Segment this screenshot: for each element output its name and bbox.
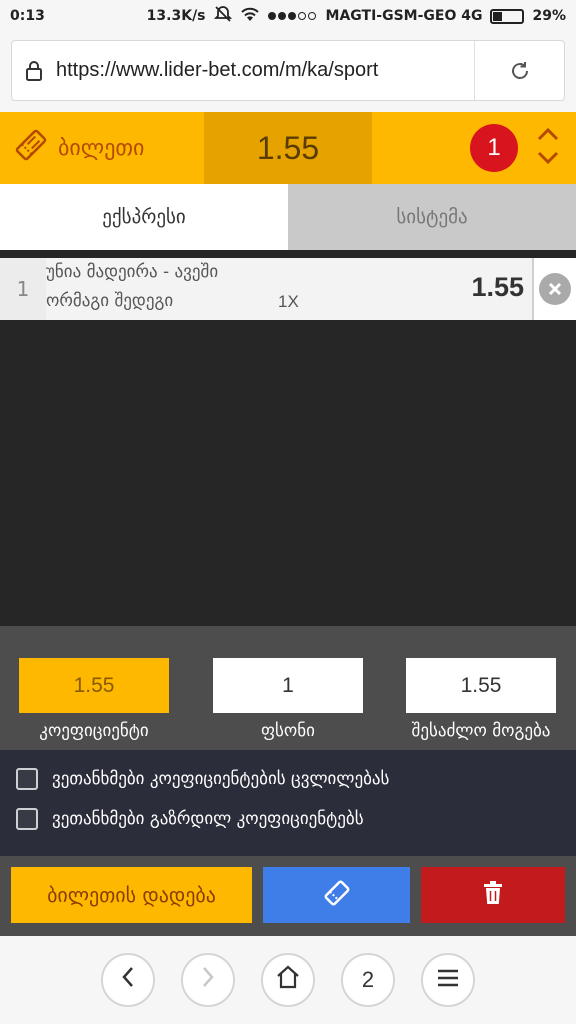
- home-button[interactable]: [261, 953, 315, 1007]
- tab-express[interactable]: ექსპრესი: [0, 184, 288, 250]
- ticket-action-button[interactable]: [263, 867, 410, 923]
- ticket-title-area[interactable]: ბილეთი: [0, 112, 204, 184]
- lock-icon: [12, 41, 56, 100]
- menu-icon: [437, 967, 459, 993]
- chevron-left-icon: [121, 966, 135, 994]
- tabs-button[interactable]: 2: [341, 953, 395, 1007]
- accept-changes-checkbox[interactable]: [16, 768, 38, 790]
- browser-toolbar: https://www.lider-bet.com/m/ka/sport: [0, 32, 576, 112]
- menu-button[interactable]: [421, 953, 475, 1007]
- delete-ticket-button[interactable]: [421, 867, 565, 923]
- wifi-icon: [240, 6, 260, 26]
- stake-label: ფსონი: [261, 721, 315, 741]
- chevron-right-icon: [201, 966, 215, 994]
- ticket-total-odds: 1.55: [204, 112, 372, 184]
- bet-info: უნია მადეირა - ავეში ორმაგი შედეგი 1X 1.…: [46, 258, 534, 320]
- browser-navigation: 2: [0, 936, 576, 1024]
- page: 0:13 13.3K/s MAGTI-GSM-GEO 4G 29% https:…: [0, 0, 576, 1024]
- home-icon: [275, 965, 301, 995]
- bet-summary: 1.55 კოეფიციენტი 1 ფსონი 1.55 შესაძლო მო…: [0, 626, 576, 750]
- coefficient-column: 1.55 კოეფიციენტი: [19, 658, 169, 741]
- ticket-icon: [324, 880, 350, 910]
- ticket-empty-area: [0, 320, 576, 626]
- possible-win-label: შესაძლო მოგება: [411, 721, 551, 741]
- accept-increased-checkbox[interactable]: [16, 808, 38, 830]
- ticket-header[interactable]: ბილეთი 1.55 1: [0, 112, 576, 184]
- close-icon[interactable]: [539, 273, 571, 305]
- accept-increased-option[interactable]: ვეთანხმები გაზრდილ კოეფიციენტებს: [16, 808, 364, 830]
- status-bar: 0:13 13.3K/s MAGTI-GSM-GEO 4G 29%: [0, 0, 576, 32]
- bet-odds: 1.55: [471, 272, 524, 302]
- ticket-controls: 1: [372, 112, 576, 184]
- bet-match: უნია მადეირა - ავეში: [46, 262, 219, 282]
- stake-input[interactable]: 1: [213, 658, 363, 713]
- address-bar[interactable]: https://www.lider-bet.com/m/ka/sport: [11, 40, 565, 101]
- status-time: 0:13: [10, 8, 45, 24]
- bet-row: 1 უნია მადეირა - ავეში ორმაგი შედეგი 1X …: [0, 258, 576, 320]
- tab-system[interactable]: სისტემა: [288, 184, 576, 250]
- ticket-actions: ბილეთის დადება: [0, 856, 576, 936]
- bet-type-tabs: ექსპრესი სისტემა: [0, 184, 576, 250]
- back-button[interactable]: [101, 953, 155, 1007]
- accept-changes-option[interactable]: ვეთანხმები კოეფიციენტების ცვლილებას: [16, 768, 389, 790]
- remove-bet-button[interactable]: [534, 258, 576, 320]
- possible-win-value: 1.55: [406, 658, 556, 713]
- accept-increased-label: ვეთანხმები გაზრდილ კოეფიციენტებს: [52, 809, 364, 829]
- possible-win-column: 1.55 შესაძლო მოგება: [406, 658, 556, 741]
- accept-changes-label: ვეთანხმები კოეფიციენტების ცვლილებას: [52, 769, 390, 789]
- chevron-up-down-icon[interactable]: [536, 126, 560, 170]
- bet-pick: 1X: [278, 292, 299, 311]
- url-text[interactable]: https://www.lider-bet.com/m/ka/sport: [56, 59, 474, 82]
- bet-market: ორმაგი შედეგი: [46, 291, 174, 311]
- ticket-title: ბილეთი: [58, 135, 145, 161]
- status-right: 13.3K/s MAGTI-GSM-GEO 4G 29%: [147, 5, 566, 27]
- stake-column: 1 ფსონი: [213, 658, 363, 741]
- network-speed: 13.3K/s: [146, 8, 206, 24]
- battery-percent: 29%: [532, 8, 566, 24]
- coefficient-label: კოეფიციენტი: [39, 721, 149, 741]
- bet-count-badge: 1: [470, 124, 518, 172]
- battery-icon: [490, 8, 525, 24]
- carrier-name: MAGTI-GSM-GEO 4G: [325, 8, 483, 24]
- bet-options: ვეთანხმები კოეფიციენტების ცვლილებას ვეთა…: [0, 750, 576, 856]
- ticket-icon: [14, 128, 48, 168]
- forward-button[interactable]: [181, 953, 235, 1007]
- trash-icon: [483, 881, 503, 909]
- mute-icon: [213, 5, 232, 27]
- coefficient-value: 1.55: [19, 658, 169, 713]
- bet-index: 1: [0, 258, 46, 320]
- place-bet-button[interactable]: ბილეთის დადება: [11, 867, 252, 923]
- signal-strength-icon: [267, 8, 318, 24]
- reload-icon[interactable]: [474, 41, 564, 100]
